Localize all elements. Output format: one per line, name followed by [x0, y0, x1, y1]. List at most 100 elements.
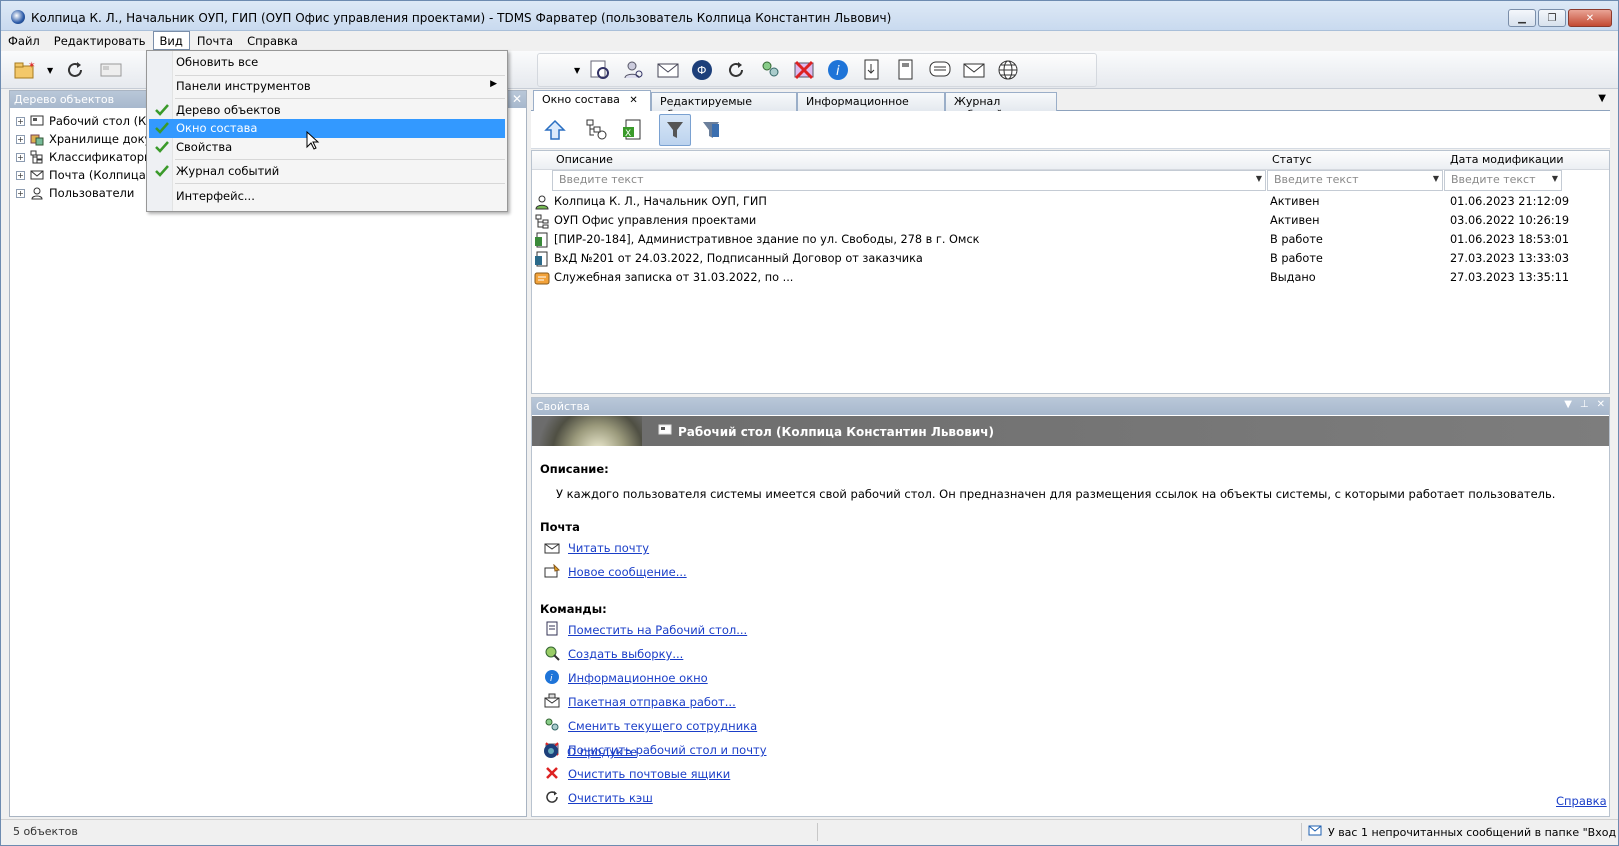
info-icon: i [544, 669, 560, 688]
link-text[interactable]: Очистить почтовые ящики [568, 767, 730, 781]
message-icon[interactable] [926, 56, 954, 84]
excel-export-icon[interactable]: X [617, 114, 649, 146]
table-row[interactable]: ОУП Офис управления проектами Активен 03… [532, 212, 1609, 231]
create-selection-icon [544, 645, 560, 664]
card-icon[interactable] [97, 56, 125, 84]
doc-icon[interactable] [892, 56, 920, 84]
combo-arrow-icon[interactable]: ▼ [574, 66, 580, 75]
farvater-icon[interactable]: Ф [688, 56, 716, 84]
user-search-icon[interactable] [620, 56, 648, 84]
maximize-button[interactable]: ❐ [1538, 9, 1566, 27]
new-message-link[interactable]: Новое сообщение... [544, 562, 687, 582]
properties-title: Свойства [536, 400, 590, 413]
expand-icon[interactable]: + [16, 170, 25, 180]
column-header-status[interactable]: Статус [1272, 153, 1312, 166]
info-icon[interactable]: i [824, 56, 852, 84]
tab-event-log[interactable]: Журнал событий [945, 92, 1057, 121]
date-filter-input[interactable]: Введите текст ▼ [1444, 170, 1562, 191]
column-header-date[interactable]: Дата модификации [1450, 153, 1564, 166]
new-folder-icon[interactable]: ✶ [11, 56, 39, 84]
description-label: Описание: [540, 462, 609, 476]
menu-item-event-log[interactable]: Журнал событий [149, 162, 505, 181]
expand-icon[interactable]: + [16, 188, 25, 198]
reload-icon[interactable] [722, 56, 750, 84]
description-text: У каждого пользователя системы имеется с… [556, 487, 1556, 501]
command-link[interactable]: О продукте [543, 742, 637, 762]
close-pane-icon[interactable]: ✕ [1597, 399, 1605, 410]
menu-item-interface[interactable]: Интерфейс... [149, 187, 505, 206]
row-description: ОУП Офис управления проектами [554, 214, 757, 227]
tree-search-icon[interactable] [581, 114, 613, 146]
close-pane-icon[interactable]: ✕ [512, 92, 522, 106]
pane-menu-icon[interactable]: ▼ [1564, 399, 1572, 410]
object-tree-title: Дерево объектов [14, 93, 115, 106]
tab-info-window[interactable]: Информационное окно [797, 92, 945, 121]
doc-down-icon[interactable] [858, 56, 886, 84]
link-text[interactable]: Информационное окно [568, 671, 708, 685]
dropdown-arrow-icon[interactable]: ▼ [1552, 174, 1558, 183]
close-button[interactable]: ✕ [1568, 9, 1612, 27]
link-text[interactable]: Очистить кэш [568, 791, 653, 805]
pin-icon[interactable]: ⊥ [1580, 399, 1589, 410]
command-link[interactable]: i Информационное окно [544, 668, 708, 688]
tab-edited-objects[interactable]: Редактируемые объекты [651, 92, 797, 121]
dropdown-arrow-icon[interactable]: ▼ [47, 66, 53, 75]
link-text[interactable]: Пакетная отправка работ... [568, 695, 736, 709]
command-link[interactable]: Создать выборку... [544, 644, 683, 664]
help-link[interactable]: Справка [1556, 794, 1607, 808]
link-text[interactable]: Сменить текущего сотрудника [568, 719, 757, 733]
menu-item-toolbars[interactable]: Панели инструментов ▶ [149, 77, 505, 96]
read-mail-link[interactable]: Читать почту [544, 538, 649, 558]
unread-mail-status[interactable]: У вас 1 непрочитанных сообщений в папке … [1308, 825, 1616, 839]
menu-item-refresh-all[interactable]: Обновить все [149, 53, 505, 72]
mail-icon[interactable] [654, 56, 682, 84]
table-row[interactable]: [ПИР-20-184], Административное здание по… [532, 231, 1609, 250]
search-doc-icon[interactable] [586, 56, 614, 84]
table-row[interactable]: ВхД №201 от 24.03.2022, Подписанный Дого… [532, 250, 1609, 269]
close-tab-icon[interactable]: ✕ [629, 95, 637, 106]
up-arrow-icon[interactable] [539, 114, 571, 146]
tab-list-dropdown-icon[interactable]: ▼ [1598, 93, 1606, 104]
menu-view[interactable]: Вид [152, 31, 190, 50]
dropdown-arrow-icon[interactable]: ▼ [1256, 174, 1262, 183]
column-header-description[interactable]: Описание [556, 153, 613, 166]
menu-item-composition-window[interactable]: Окно состава [149, 119, 505, 138]
refresh-icon[interactable] [61, 56, 89, 84]
expand-icon[interactable]: + [16, 134, 25, 144]
filter-placeholder: Введите текст [1451, 173, 1536, 186]
command-link[interactable]: Поместить на Рабочий стол... [544, 620, 747, 640]
filter-icon[interactable] [659, 114, 691, 146]
table-row[interactable]: Служебная записка от 31.03.2022, по ... … [532, 269, 1609, 288]
row-status: В работе [1270, 233, 1323, 246]
command-link[interactable]: Очистить почтовые ящики [544, 764, 730, 784]
status-filter-input[interactable]: Введите текст ▼ [1267, 170, 1443, 191]
link-text[interactable]: Новое сообщение... [568, 565, 687, 579]
description-filter-input[interactable]: Введите текст ▼ [552, 170, 1266, 191]
menu-item-properties[interactable]: Свойства [149, 138, 505, 157]
send-mail-icon[interactable] [960, 56, 988, 84]
menu-item-object-tree[interactable]: Дерево объектов [149, 101, 505, 120]
command-link[interactable]: Очистить кэш [544, 788, 653, 808]
link-text[interactable]: Поместить на Рабочий стол... [568, 623, 747, 637]
change-user-icon[interactable] [756, 56, 784, 84]
clean-desktop-icon[interactable] [790, 56, 818, 84]
menu-mail[interactable]: Почта [190, 31, 240, 50]
link-text[interactable]: Читать почту [568, 541, 649, 555]
dropdown-arrow-icon[interactable]: ▼ [1433, 174, 1439, 183]
menu-edit[interactable]: Редактировать [47, 31, 153, 50]
globe-icon[interactable] [994, 56, 1022, 84]
command-link[interactable]: Сменить текущего сотрудника [544, 716, 757, 736]
composition-grid: Описание Статус Дата модификации Введите… [531, 150, 1610, 394]
link-text[interactable]: Создать выборку... [568, 647, 683, 661]
command-link[interactable]: Пакетная отправка работ... [544, 692, 736, 712]
expand-icon[interactable]: + [16, 116, 25, 126]
window-title: Колпица К. Л., Начальник ОУП, ГИП (ОУП О… [31, 11, 892, 25]
menu-help[interactable]: Справка [240, 31, 305, 50]
expand-icon[interactable]: + [16, 152, 25, 162]
column-settings-icon[interactable] [695, 114, 727, 146]
menu-file[interactable]: Файл [1, 31, 47, 50]
link-text[interactable]: О продукте [567, 745, 637, 759]
tab-composition[interactable]: Окно состава ✕ [533, 90, 651, 112]
table-row[interactable]: Колпица К. Л., Начальник ОУП, ГИП Активе… [532, 193, 1609, 212]
minimize-button[interactable]: ▁ [1508, 9, 1536, 27]
